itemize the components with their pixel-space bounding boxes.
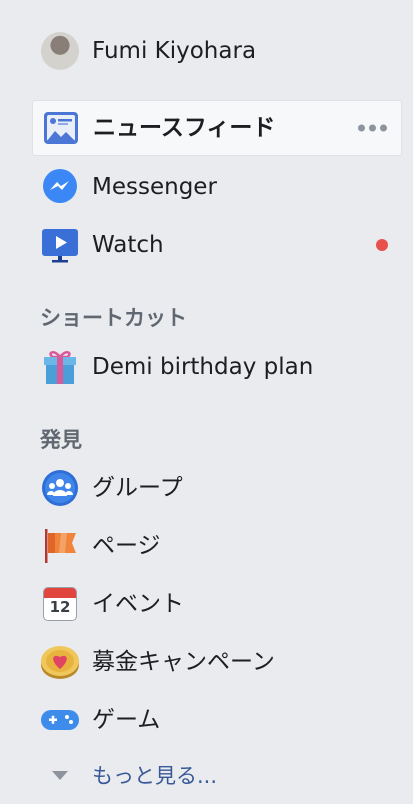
sidebar-item-groups[interactable]: グループ	[32, 461, 402, 515]
sidebar-item-watch[interactable]: Watch	[32, 218, 402, 272]
sidebar-item-label: ページ	[92, 532, 161, 559]
newsfeed-icon	[41, 108, 81, 148]
see-more-label: もっと見る...	[92, 764, 218, 788]
sidebar-item-label: Watch	[92, 231, 164, 258]
section-title-shortcuts: ショートカット	[40, 306, 187, 330]
sidebar-item-label: ニュースフィード	[93, 114, 276, 141]
notification-dot	[376, 239, 388, 251]
profile-name: Fumi Kiyohara	[92, 37, 257, 64]
sidebar-item-pages[interactable]: ページ	[32, 519, 402, 573]
chevron-down-icon	[52, 770, 68, 780]
sidebar-item-label: Messenger	[92, 173, 217, 200]
watch-icon	[40, 225, 80, 265]
flag-icon	[40, 526, 80, 566]
sidebar-item-shortcut[interactable]: Demi birthday plan	[32, 340, 402, 394]
sidebar-item-fundraisers[interactable]: 募金キャンペーン	[32, 635, 402, 689]
sidebar-item-label: 募金キャンペーン	[92, 648, 275, 675]
sidebar-item-events[interactable]: 12 イベント	[32, 577, 402, 631]
left-sidebar: Fumi Kiyohara ニュースフィード Messenger Watch シ…	[0, 0, 413, 804]
calendar-day: 12	[49, 598, 71, 616]
sidebar-item-label: イベント	[92, 590, 184, 617]
sidebar-item-label: Demi birthday plan	[92, 353, 314, 380]
sidebar-item-label: ゲーム	[92, 706, 161, 733]
game-controller-icon	[40, 700, 80, 740]
sidebar-item-messenger[interactable]: Messenger	[32, 160, 402, 214]
sidebar-item-profile[interactable]: Fumi Kiyohara	[32, 24, 402, 78]
heart-coin-icon	[40, 642, 80, 682]
calendar-icon: 12	[40, 584, 80, 624]
groups-icon	[40, 468, 80, 508]
sidebar-item-label: グループ	[92, 474, 183, 501]
messenger-icon	[40, 167, 80, 207]
avatar	[40, 31, 80, 71]
see-more-link[interactable]: もっと見る...	[52, 760, 217, 790]
more-options-icon[interactable]	[358, 124, 387, 132]
sidebar-item-newsfeed[interactable]: ニュースフィード	[32, 100, 402, 156]
section-title-explore: 発見	[40, 428, 82, 452]
sidebar-item-games[interactable]: ゲーム	[32, 693, 402, 747]
gift-icon	[40, 347, 80, 387]
